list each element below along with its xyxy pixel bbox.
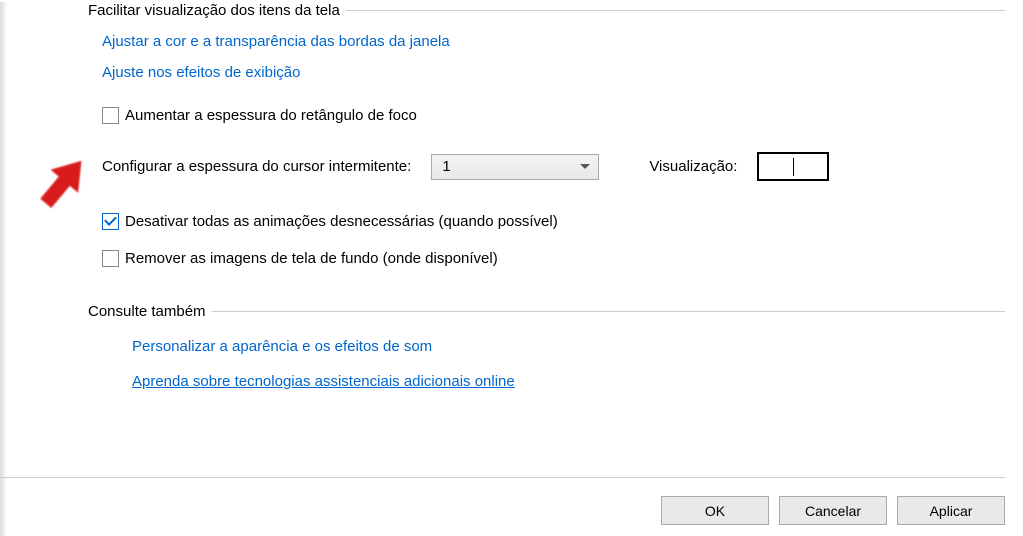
group-inner: Ajustar a cor e a transparência das bord… [18, 33, 1005, 267]
preview-box [757, 152, 829, 181]
link-display-effects[interactable]: Ajuste nos efeitos de exibição [102, 64, 300, 81]
checkbox-label-remove-bg: Remover as imagens de tela de fundo (ond… [125, 250, 498, 267]
preview-label: Visualização: [649, 158, 737, 175]
preview-cursor-icon [793, 158, 794, 176]
cursor-thickness-dropdown[interactable]: 1 [431, 154, 599, 180]
cursor-thickness-label: Configurar a espessura do cursor intermi… [102, 158, 411, 175]
content-area: Facilitar visualização dos itens da tela… [0, 2, 1023, 420]
checkbox-disable-animations[interactable] [102, 213, 119, 230]
legend-row-2: Consulte também [18, 303, 1005, 320]
legend-text: Facilitar visualização dos itens da tela [88, 2, 346, 19]
link-row-display-effects: Ajuste nos efeitos de exibição [102, 64, 1005, 81]
link-border-color[interactable]: Ajustar a cor e a transparência das bord… [102, 33, 450, 50]
checkbox-label-disable-animations: Desativar todas as animações desnecessár… [125, 213, 558, 230]
group-display-ease: Facilitar visualização dos itens da tela… [18, 2, 1005, 279]
link-row-appearance-sounds: Personalizar a aparência e os efeitos de… [132, 338, 1005, 355]
legend-line [346, 10, 1005, 11]
legend-row: Facilitar visualização dos itens da tela [18, 2, 1005, 19]
annotation-arrow-icon [26, 148, 98, 220]
checkbox-remove-bg[interactable] [102, 250, 119, 267]
cancel-button[interactable]: Cancelar [779, 496, 887, 525]
checkbox-row-focus-rect: Aumentar a espessura do retângulo de foc… [102, 107, 1005, 124]
apply-button[interactable]: Aplicar [897, 496, 1005, 525]
cursor-thickness-row: Configurar a espessura do cursor intermi… [102, 152, 1005, 181]
link-assistive-tech[interactable]: Aprenda sobre tecnologias assistenciais … [132, 373, 515, 390]
legend-text-2: Consulte também [88, 303, 212, 320]
link-appearance-sounds[interactable]: Personalizar a aparência e os efeitos de… [132, 338, 432, 355]
checkbox-row-disable-animations: Desativar todas as animações desnecessár… [102, 213, 1005, 230]
dropdown-value: 1 [442, 158, 450, 175]
button-bar: OK Cancelar Aplicar [0, 477, 1005, 525]
group-see-also: Consulte também Personalizar a aparência… [18, 303, 1005, 420]
checkbox-label-focus-rect: Aumentar a espessura do retângulo de foc… [125, 107, 417, 124]
link-row-border-color: Ajustar a cor e a transparência das bord… [102, 33, 1005, 50]
ok-button[interactable]: OK [661, 496, 769, 525]
checkbox-focus-rect[interactable] [102, 107, 119, 124]
chevron-down-icon [580, 164, 590, 169]
checkbox-row-remove-bg: Remover as imagens de tela de fundo (ond… [102, 250, 1005, 267]
group-inner-2: Personalizar a aparência e os efeitos de… [18, 338, 1005, 390]
link-row-assistive-tech: Aprenda sobre tecnologias assistenciais … [132, 373, 1005, 390]
legend-line-2 [212, 311, 1005, 312]
